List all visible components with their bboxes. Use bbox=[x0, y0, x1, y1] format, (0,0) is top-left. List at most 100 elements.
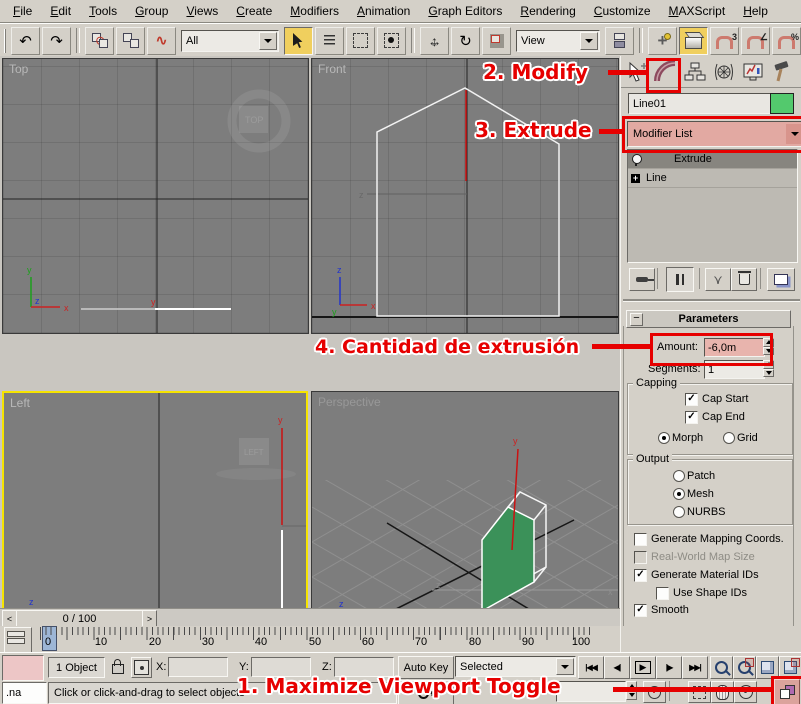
maxscript-macro-recorder[interactable] bbox=[2, 655, 44, 681]
select-by-name-button[interactable] bbox=[315, 27, 344, 55]
modifier-stack[interactable]: Extrude + Line bbox=[627, 149, 798, 263]
selection-filter-dropdown[interactable]: All bbox=[181, 30, 279, 52]
snaps-toggle-button[interactable] bbox=[679, 27, 708, 55]
time-configuration-button[interactable] bbox=[643, 681, 666, 703]
tab-motion[interactable] bbox=[710, 58, 738, 86]
menu-help[interactable]: Help bbox=[734, 2, 777, 21]
angle-snap-icon: ∠ bbox=[747, 36, 764, 49]
menu-graph-editors[interactable]: Graph Editors bbox=[419, 2, 511, 21]
object-color-swatch[interactable] bbox=[770, 93, 794, 114]
configure-modifier-sets-button[interactable] bbox=[767, 268, 795, 291]
arc-rotate-button[interactable] bbox=[734, 681, 757, 703]
go-to-end-button[interactable]: ▶▶| bbox=[682, 656, 708, 679]
menu-edit[interactable]: Edit bbox=[41, 2, 80, 21]
parameters-rollout-header[interactable]: − Parameters bbox=[626, 310, 791, 328]
stack-item-line[interactable]: + Line bbox=[628, 168, 797, 188]
viewport-perspective-label[interactable]: Perspective bbox=[318, 395, 381, 409]
morph-radio[interactable] bbox=[658, 432, 670, 444]
menu-modifiers[interactable]: Modifiers bbox=[281, 2, 348, 21]
zoom-button[interactable] bbox=[710, 656, 733, 679]
maxscript-listener[interactable]: .na bbox=[2, 682, 47, 704]
configure-sets-icon bbox=[774, 274, 788, 285]
tick-label: 0 bbox=[45, 636, 51, 648]
menu-group[interactable]: Group bbox=[126, 2, 177, 21]
annotation-amount-line bbox=[592, 344, 652, 349]
menu-tools[interactable]: Tools bbox=[80, 2, 126, 21]
grid-radio[interactable] bbox=[723, 432, 735, 444]
menu-maxscript[interactable]: MAXScript bbox=[660, 2, 735, 21]
smooth-checkbox[interactable] bbox=[634, 604, 647, 617]
annotation-maximize-box bbox=[771, 676, 801, 704]
absolute-mode-button[interactable] bbox=[131, 657, 152, 678]
next-frame-button[interactable]: |▶ bbox=[656, 656, 682, 679]
object-name-field[interactable]: Line01 bbox=[628, 93, 771, 114]
select-and-move-button[interactable]: ↔↕ bbox=[420, 27, 449, 55]
angle-snap-button[interactable]: ∠ bbox=[741, 27, 770, 55]
time-slider-prev-button[interactable]: < bbox=[2, 610, 17, 627]
toolbar-grip[interactable] bbox=[4, 29, 6, 53]
time-slider-handle[interactable]: 0 / 100 bbox=[16, 610, 143, 627]
stack-item-label: Extrude bbox=[674, 153, 712, 165]
mesh-radio[interactable] bbox=[673, 488, 685, 500]
unlink-selection-button[interactable] bbox=[116, 27, 145, 55]
selection-filter-arrow[interactable] bbox=[259, 32, 277, 50]
time-slider-next-button[interactable]: > bbox=[142, 610, 157, 627]
generate-material-checkbox[interactable] bbox=[634, 569, 647, 582]
select-object-button[interactable] bbox=[284, 27, 313, 55]
rollout-collapse-icon[interactable]: − bbox=[630, 313, 643, 326]
use-shape-ids-checkbox[interactable] bbox=[656, 587, 669, 600]
percent-snap-button[interactable]: % bbox=[772, 27, 801, 55]
show-end-result-button[interactable] bbox=[666, 267, 694, 292]
select-and-link-button[interactable] bbox=[85, 27, 114, 55]
rect-selection-region-button[interactable] bbox=[346, 27, 375, 55]
menu-customize[interactable]: Customize bbox=[585, 2, 660, 21]
undo-button[interactable]: ↶ bbox=[11, 27, 40, 55]
tab-hierarchy[interactable] bbox=[681, 58, 709, 86]
zoom-all-button[interactable] bbox=[733, 656, 756, 679]
select-and-rotate-button[interactable]: ↻ bbox=[451, 27, 480, 55]
viewport-front[interactable]: z z x y Front bbox=[311, 58, 619, 334]
nurbs-radio[interactable] bbox=[673, 506, 685, 518]
generate-mapping-checkbox[interactable] bbox=[634, 533, 647, 546]
reference-coordinate-arrow[interactable] bbox=[580, 32, 598, 50]
viewport-front-label[interactable]: Front bbox=[318, 62, 346, 76]
viewport-left-label[interactable]: Left bbox=[10, 396, 30, 410]
patch-radio[interactable] bbox=[673, 470, 685, 482]
reference-coordinate-dropdown[interactable]: View bbox=[516, 30, 600, 52]
menu-views[interactable]: Views bbox=[177, 2, 227, 21]
selection-lock-button[interactable] bbox=[109, 655, 127, 677]
play-button[interactable]: ▶ bbox=[630, 656, 656, 679]
cap-end-checkbox[interactable] bbox=[685, 411, 698, 424]
tab-utilities[interactable] bbox=[768, 58, 796, 86]
modifier-enabled-bulb-icon[interactable] bbox=[632, 154, 642, 164]
window-crossing-button[interactable] bbox=[377, 27, 406, 55]
tab-display[interactable] bbox=[739, 58, 767, 86]
cap-start-checkbox[interactable] bbox=[685, 393, 698, 406]
region-zoom-button[interactable] bbox=[688, 681, 711, 703]
go-to-start-button[interactable]: |◀◀ bbox=[578, 656, 604, 679]
make-unique-button[interactable]: ⋎ bbox=[705, 268, 731, 291]
menu-animation[interactable]: Animation bbox=[348, 2, 419, 21]
viewport-top[interactable]: TOP y y x z Top bbox=[2, 58, 309, 334]
select-and-scale-button[interactable] bbox=[482, 27, 511, 55]
panel-edge bbox=[793, 326, 794, 626]
mini-curve-editor-button[interactable] bbox=[4, 627, 32, 655]
menu-file[interactable]: File bbox=[4, 2, 41, 21]
menu-rendering[interactable]: Rendering bbox=[511, 2, 584, 21]
snap-3d-button[interactable]: 3 bbox=[710, 27, 739, 55]
extruded-object[interactable]: y bbox=[482, 436, 546, 611]
annotation-amount-box bbox=[650, 333, 773, 366]
redo-button[interactable]: ↷ bbox=[42, 27, 71, 55]
use-pivot-center-button[interactable] bbox=[605, 27, 634, 55]
viewport-top-label[interactable]: Top bbox=[9, 62, 28, 76]
pan-button[interactable] bbox=[711, 681, 734, 703]
pin-stack-button[interactable] bbox=[629, 268, 655, 291]
selection-set-arrow[interactable] bbox=[556, 658, 574, 675]
remove-modifier-button[interactable] bbox=[731, 268, 757, 291]
expand-plus-icon[interactable]: + bbox=[631, 174, 640, 183]
menu-create[interactable]: Create bbox=[227, 2, 281, 21]
bind-to-spacewarp-button[interactable]: ∿ bbox=[147, 27, 176, 55]
select-and-manipulate-button[interactable]: + bbox=[648, 27, 677, 55]
previous-frame-button[interactable]: ◀| bbox=[604, 656, 630, 679]
x-coordinate-field[interactable] bbox=[168, 657, 228, 677]
